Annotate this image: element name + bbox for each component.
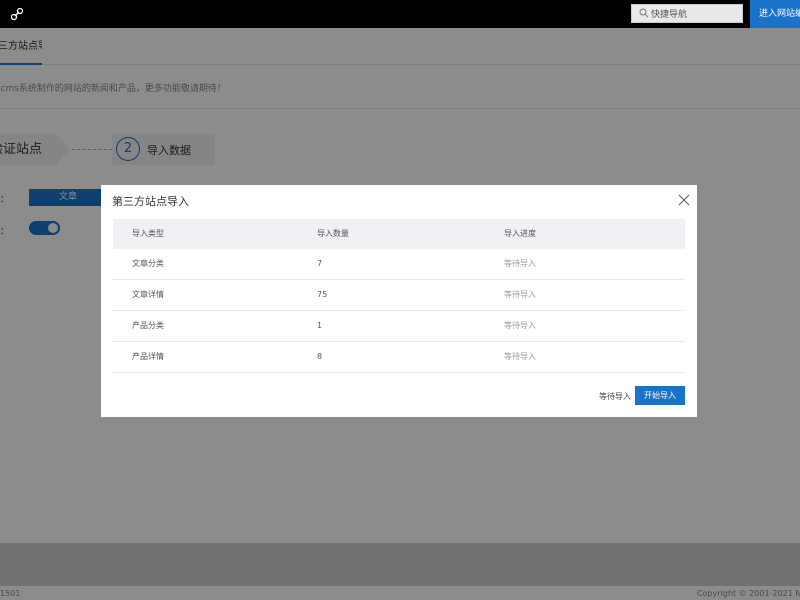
row-status: 等待导入 xyxy=(504,290,536,299)
row-status: 等待导入 xyxy=(504,352,536,361)
row-type: 产品分类 xyxy=(132,321,164,330)
top-bar: 快捷导航 进入网站编辑 xyxy=(0,0,800,28)
row-type: 产品详情 xyxy=(132,352,164,361)
table-row: 文章分类 7 等待导入 xyxy=(113,249,685,280)
table-row: 文章详情 75 等待导入 xyxy=(113,280,685,311)
table-row: 产品分类 1 等待导入 xyxy=(113,311,685,342)
search-placeholder: 快捷导航 xyxy=(651,10,688,20)
row-count: 8 xyxy=(317,352,323,361)
row-count: 7 xyxy=(317,259,323,268)
row-count: 75 xyxy=(317,290,328,299)
header-progress: 导入进度 xyxy=(504,229,536,238)
wait-status-text: 等待导入 xyxy=(599,392,631,401)
dialog-title: 第三方站点导入 xyxy=(112,195,189,208)
row-status: 等待导入 xyxy=(504,321,536,330)
table-header: 导入类型 导入数量 导入进度 xyxy=(113,219,685,249)
row-count: 1 xyxy=(317,321,323,330)
row-type: 文章详情 xyxy=(132,290,164,299)
enter-site-editor-button[interactable]: 进入网站编辑 xyxy=(750,0,800,28)
import-table: 导入类型 导入数量 导入进度 文章分类 7 等待导入 文章详情 75 等待导入 … xyxy=(113,219,685,373)
search-icon xyxy=(639,8,649,18)
row-status: 等待导入 xyxy=(504,259,536,268)
row-type: 文章分类 xyxy=(132,259,164,268)
import-dialog: 第三方站点导入 导入类型 导入数量 导入进度 文章分类 7 等待导入 文章详情 … xyxy=(101,185,697,417)
start-import-button[interactable]: 开始导入 xyxy=(635,386,685,405)
close-icon[interactable] xyxy=(677,193,691,207)
table-row: 产品详情 8 等待导入 xyxy=(113,342,685,373)
quick-nav-search[interactable]: 快捷导航 xyxy=(631,4,743,23)
link-logo-icon[interactable] xyxy=(10,7,24,21)
header-count: 导入数量 xyxy=(317,229,349,238)
header-type: 导入类型 xyxy=(132,229,164,238)
